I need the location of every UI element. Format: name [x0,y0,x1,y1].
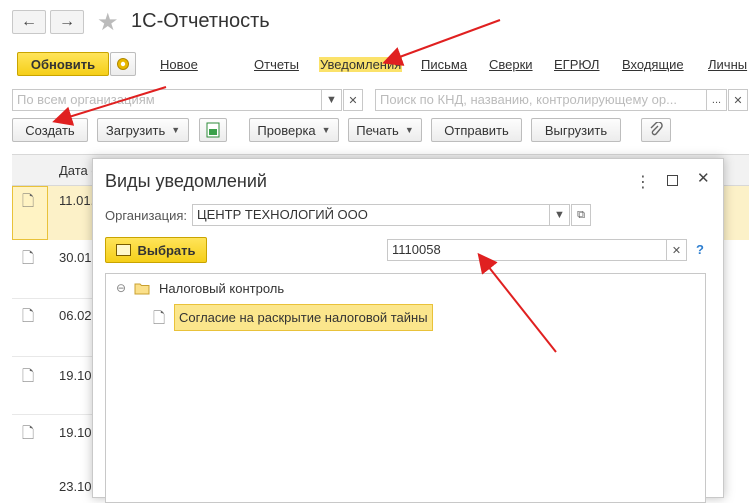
row-divider [12,356,92,357]
create-button[interactable]: Создать [12,118,88,142]
search-clear[interactable]: ✕ [728,89,748,111]
menu-egrul[interactable]: ЕГРЮЛ [554,57,599,72]
row-date[interactable]: 19.10. [59,425,95,440]
row-date[interactable]: 11.01. [59,193,94,208]
document-icon: 🗋 [22,250,35,267]
code-search-clear[interactable]: ✕ [667,239,687,261]
menu-notifications[interactable]: Уведомления [319,57,403,72]
print-button[interactable]: Печать ▼ [348,118,422,142]
menu-personal[interactable]: Личны [708,57,747,72]
org-filter-field[interactable]: По всем организациям [12,89,322,111]
search-input[interactable]: Поиск по КНД, названию, контролирующему … [375,89,707,111]
chevron-down-icon: ▼ [554,209,565,221]
document-icon: 🗋 [22,193,35,210]
close-icon[interactable]: ✕ [697,169,710,187]
select-button[interactable]: Выбрать [105,237,207,263]
notification-types-tree: ⊖ Налоговый контроль 🗋 Согласие на раскр… [105,273,706,503]
org-dropdown[interactable]: ▼ [550,204,570,226]
arrow-to-notifications [382,19,501,66]
menu-reconciliations[interactable]: Сверки [489,57,533,72]
menu-new[interactable]: Новое [160,57,198,72]
page-title: 1С-Отчетность [131,10,270,32]
collapse-icon[interactable]: ⊖ [116,281,126,295]
row-date[interactable]: 30.01. [59,250,95,265]
document-icon: 🗋 [153,310,166,327]
document-icon: 🗋 [22,308,35,325]
attach-button[interactable] [641,118,671,142]
maximize-icon[interactable] [667,175,678,186]
tree-group-tax-control[interactable]: Налоговый контроль [159,281,284,296]
org-filter-dropdown[interactable]: ▼ [322,89,342,111]
check-button[interactable]: Проверка ▼ [249,118,339,142]
menu-letters[interactable]: Письма [421,57,467,72]
load-label: Загрузить [105,122,166,138]
row-date[interactable]: 06.02. [59,308,95,323]
arrow-right-icon: → [59,13,75,30]
close-icon: ✕ [733,94,743,107]
favorite-star-icon[interactable]: ★ [97,8,119,37]
search-more[interactable]: ... [707,89,727,111]
chevron-down-icon: ▼ [326,94,337,106]
settings-button[interactable] [110,52,136,76]
print-label: Печать [356,122,399,138]
forward-button[interactable]: → [50,10,84,34]
code-search-input[interactable]: 1110058 [387,239,667,261]
row-date[interactable]: 23.10. [59,479,95,494]
close-icon: ✕ [671,244,682,257]
menu-reports[interactable]: Отчеты [254,57,299,72]
gear-icon [117,58,129,70]
select-label: Выбрать [137,242,196,258]
dialog-title: Виды уведомлений [105,171,267,191]
document-icon: 🗋 [22,425,35,442]
paperclip-icon [650,122,663,136]
folder-icon [134,283,150,295]
document-icon: 🗋 [22,368,35,385]
chevron-down-icon: ▼ [321,125,331,135]
row-divider [12,298,92,299]
load-button[interactable]: Загрузить ▼ [97,118,189,142]
tree-item-tax-secrecy[interactable]: Согласие на раскрытие налоговой тайны [174,304,433,331]
chevron-down-icon: ▼ [171,125,181,135]
tree-item-label: Согласие на раскрытие налоговой тайны [179,310,428,325]
row-date[interactable]: 19.10. [59,368,95,383]
more-menu-icon[interactable]: ⋮ [635,172,651,192]
select-list-icon [116,244,132,256]
refresh-button[interactable]: Обновить [17,52,109,76]
send-button[interactable]: Отправить [431,118,522,142]
excel-icon [206,122,220,138]
unload-button[interactable]: Выгрузить [531,118,621,142]
notification-types-dialog: Виды уведомлений ⋮ ✕ Организация: ЦЕНТР … [92,158,724,503]
excel-button[interactable] [199,118,227,142]
org-field[interactable]: ЦЕНТР ТЕХНОЛОГИЙ ООО [192,204,550,226]
open-icon: ⧉ [577,208,585,221]
menu-incoming[interactable]: Входящие [622,57,684,72]
more-icon: ... [711,94,722,106]
org-label: Организация: [105,208,188,223]
org-filter-clear[interactable]: ✕ [343,89,363,111]
row-divider [12,414,92,415]
org-open[interactable]: ⧉ [571,204,591,226]
help-icon[interactable]: ? [696,242,704,257]
close-icon: ✕ [348,94,358,107]
back-button[interactable]: ← [12,10,46,34]
check-label: Проверка [257,122,316,138]
arrow-left-icon: ← [21,13,37,30]
chevron-down-icon: ▼ [404,125,414,135]
